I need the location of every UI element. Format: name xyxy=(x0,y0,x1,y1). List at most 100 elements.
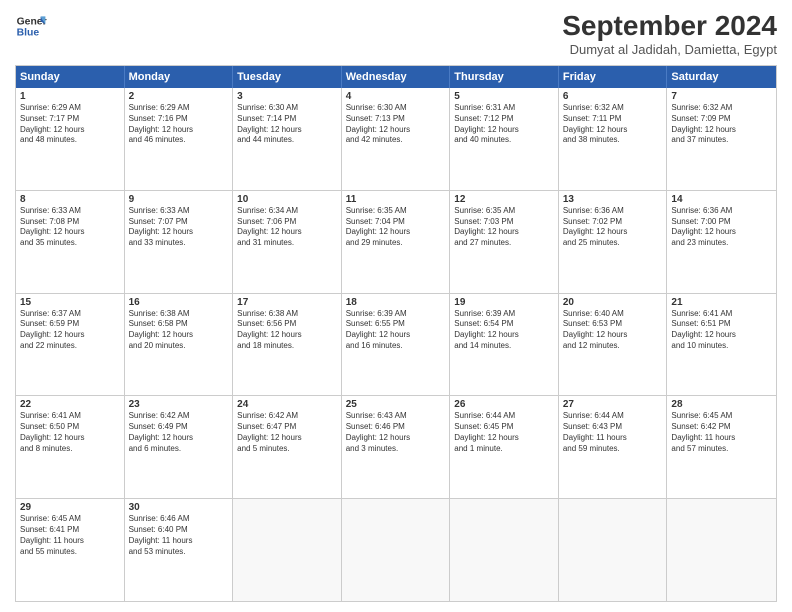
sunrise-text: Sunrise: 6:32 AM xyxy=(671,103,772,114)
cal-cell-day-13: 13Sunrise: 6:36 AMSunset: 7:02 PMDayligh… xyxy=(559,191,668,293)
sunrise-text: Sunrise: 6:44 AM xyxy=(454,411,554,422)
calendar-header-row: SundayMondayTuesdayWednesdayThursdayFrid… xyxy=(16,66,776,88)
sunrise-text: Sunrise: 6:36 AM xyxy=(563,206,663,217)
sunrise-text: Sunrise: 6:45 AM xyxy=(20,514,120,525)
cal-cell-day-6: 6Sunrise: 6:32 AMSunset: 7:11 PMDaylight… xyxy=(559,88,668,190)
sunset-text: Sunset: 6:53 PM xyxy=(563,319,663,330)
sunset-text: Sunset: 6:59 PM xyxy=(20,319,120,330)
daylight-text-1: Daylight: 12 hours xyxy=(237,433,337,444)
daylight-text-2: and 33 minutes. xyxy=(129,238,229,249)
cal-cell-day-4: 4Sunrise: 6:30 AMSunset: 7:13 PMDaylight… xyxy=(342,88,451,190)
daylight-text-1: Daylight: 12 hours xyxy=(346,433,446,444)
daylight-text-1: Daylight: 12 hours xyxy=(454,227,554,238)
sunrise-text: Sunrise: 6:43 AM xyxy=(346,411,446,422)
sunset-text: Sunset: 7:08 PM xyxy=(20,217,120,228)
cal-header-tuesday: Tuesday xyxy=(233,66,342,88)
sunrise-text: Sunrise: 6:30 AM xyxy=(346,103,446,114)
cal-cell-day-18: 18Sunrise: 6:39 AMSunset: 6:55 PMDayligh… xyxy=(342,294,451,396)
daylight-text-2: and 23 minutes. xyxy=(671,238,772,249)
daylight-text-1: Daylight: 12 hours xyxy=(563,330,663,341)
cal-cell-day-1: 1Sunrise: 6:29 AMSunset: 7:17 PMDaylight… xyxy=(16,88,125,190)
day-number: 3 xyxy=(237,91,337,102)
month-title: September 2024 xyxy=(562,10,777,42)
daylight-text-1: Daylight: 12 hours xyxy=(129,227,229,238)
day-number: 2 xyxy=(129,91,229,102)
day-number: 1 xyxy=(20,91,120,102)
daylight-text-2: and 10 minutes. xyxy=(671,341,772,352)
day-number: 5 xyxy=(454,91,554,102)
calendar-body: 1Sunrise: 6:29 AMSunset: 7:17 PMDaylight… xyxy=(16,88,776,601)
day-number: 13 xyxy=(563,194,663,205)
sunset-text: Sunset: 7:11 PM xyxy=(563,114,663,125)
day-number: 12 xyxy=(454,194,554,205)
day-number: 18 xyxy=(346,297,446,308)
day-number: 6 xyxy=(563,91,663,102)
daylight-text-1: Daylight: 11 hours xyxy=(129,536,229,547)
daylight-text-2: and 42 minutes. xyxy=(346,135,446,146)
sunset-text: Sunset: 7:14 PM xyxy=(237,114,337,125)
daylight-text-1: Daylight: 11 hours xyxy=(563,433,663,444)
day-number: 17 xyxy=(237,297,337,308)
daylight-text-1: Daylight: 12 hours xyxy=(346,125,446,136)
sunrise-text: Sunrise: 6:38 AM xyxy=(237,309,337,320)
cal-cell-day-30: 30Sunrise: 6:46 AMSunset: 6:40 PMDayligh… xyxy=(125,499,234,601)
cal-week-3: 15Sunrise: 6:37 AMSunset: 6:59 PMDayligh… xyxy=(16,294,776,397)
sunset-text: Sunset: 7:06 PM xyxy=(237,217,337,228)
daylight-text-2: and 3 minutes. xyxy=(346,444,446,455)
day-number: 25 xyxy=(346,399,446,410)
cal-cell-day-24: 24Sunrise: 6:42 AMSunset: 6:47 PMDayligh… xyxy=(233,396,342,498)
daylight-text-2: and 38 minutes. xyxy=(563,135,663,146)
sunset-text: Sunset: 6:46 PM xyxy=(346,422,446,433)
cal-cell-day-9: 9Sunrise: 6:33 AMSunset: 7:07 PMDaylight… xyxy=(125,191,234,293)
cal-cell-day-25: 25Sunrise: 6:43 AMSunset: 6:46 PMDayligh… xyxy=(342,396,451,498)
cal-cell-day-26: 26Sunrise: 6:44 AMSunset: 6:45 PMDayligh… xyxy=(450,396,559,498)
logo-icon: General Blue xyxy=(15,10,47,42)
logo: General Blue xyxy=(15,10,47,42)
sunrise-text: Sunrise: 6:40 AM xyxy=(563,309,663,320)
cal-cell-day-7: 7Sunrise: 6:32 AMSunset: 7:09 PMDaylight… xyxy=(667,88,776,190)
sunset-text: Sunset: 7:16 PM xyxy=(129,114,229,125)
sunrise-text: Sunrise: 6:33 AM xyxy=(129,206,229,217)
cal-cell-day-15: 15Sunrise: 6:37 AMSunset: 6:59 PMDayligh… xyxy=(16,294,125,396)
cal-week-5: 29Sunrise: 6:45 AMSunset: 6:41 PMDayligh… xyxy=(16,499,776,601)
daylight-text-1: Daylight: 12 hours xyxy=(237,227,337,238)
cal-header-thursday: Thursday xyxy=(450,66,559,88)
day-number: 10 xyxy=(237,194,337,205)
sunrise-text: Sunrise: 6:35 AM xyxy=(454,206,554,217)
daylight-text-1: Daylight: 12 hours xyxy=(20,227,120,238)
daylight-text-2: and 14 minutes. xyxy=(454,341,554,352)
sunrise-text: Sunrise: 6:33 AM xyxy=(20,206,120,217)
sunset-text: Sunset: 6:50 PM xyxy=(20,422,120,433)
sunset-text: Sunset: 6:54 PM xyxy=(454,319,554,330)
daylight-text-2: and 1 minute. xyxy=(454,444,554,455)
sunset-text: Sunset: 7:12 PM xyxy=(454,114,554,125)
day-number: 15 xyxy=(20,297,120,308)
sunrise-text: Sunrise: 6:45 AM xyxy=(671,411,772,422)
sunset-text: Sunset: 7:00 PM xyxy=(671,217,772,228)
cal-cell-day-11: 11Sunrise: 6:35 AMSunset: 7:04 PMDayligh… xyxy=(342,191,451,293)
daylight-text-2: and 46 minutes. xyxy=(129,135,229,146)
cal-cell-day-20: 20Sunrise: 6:40 AMSunset: 6:53 PMDayligh… xyxy=(559,294,668,396)
sunrise-text: Sunrise: 6:29 AM xyxy=(20,103,120,114)
cal-cell-day-5: 5Sunrise: 6:31 AMSunset: 7:12 PMDaylight… xyxy=(450,88,559,190)
page: General Blue September 2024 Dumyat al Ja… xyxy=(0,0,792,612)
sunrise-text: Sunrise: 6:34 AM xyxy=(237,206,337,217)
daylight-text-2: and 48 minutes. xyxy=(20,135,120,146)
sunrise-text: Sunrise: 6:31 AM xyxy=(454,103,554,114)
sunset-text: Sunset: 7:04 PM xyxy=(346,217,446,228)
daylight-text-2: and 25 minutes. xyxy=(563,238,663,249)
daylight-text-2: and 5 minutes. xyxy=(237,444,337,455)
day-number: 26 xyxy=(454,399,554,410)
daylight-text-2: and 12 minutes. xyxy=(563,341,663,352)
day-number: 27 xyxy=(563,399,663,410)
cal-week-1: 1Sunrise: 6:29 AMSunset: 7:17 PMDaylight… xyxy=(16,88,776,191)
sunset-text: Sunset: 6:58 PM xyxy=(129,319,229,330)
sunset-text: Sunset: 6:51 PM xyxy=(671,319,772,330)
sunrise-text: Sunrise: 6:29 AM xyxy=(129,103,229,114)
cal-cell-day-21: 21Sunrise: 6:41 AMSunset: 6:51 PMDayligh… xyxy=(667,294,776,396)
day-number: 23 xyxy=(129,399,229,410)
day-number: 19 xyxy=(454,297,554,308)
daylight-text-2: and 55 minutes. xyxy=(20,547,120,558)
daylight-text-2: and 20 minutes. xyxy=(129,341,229,352)
daylight-text-2: and 59 minutes. xyxy=(563,444,663,455)
